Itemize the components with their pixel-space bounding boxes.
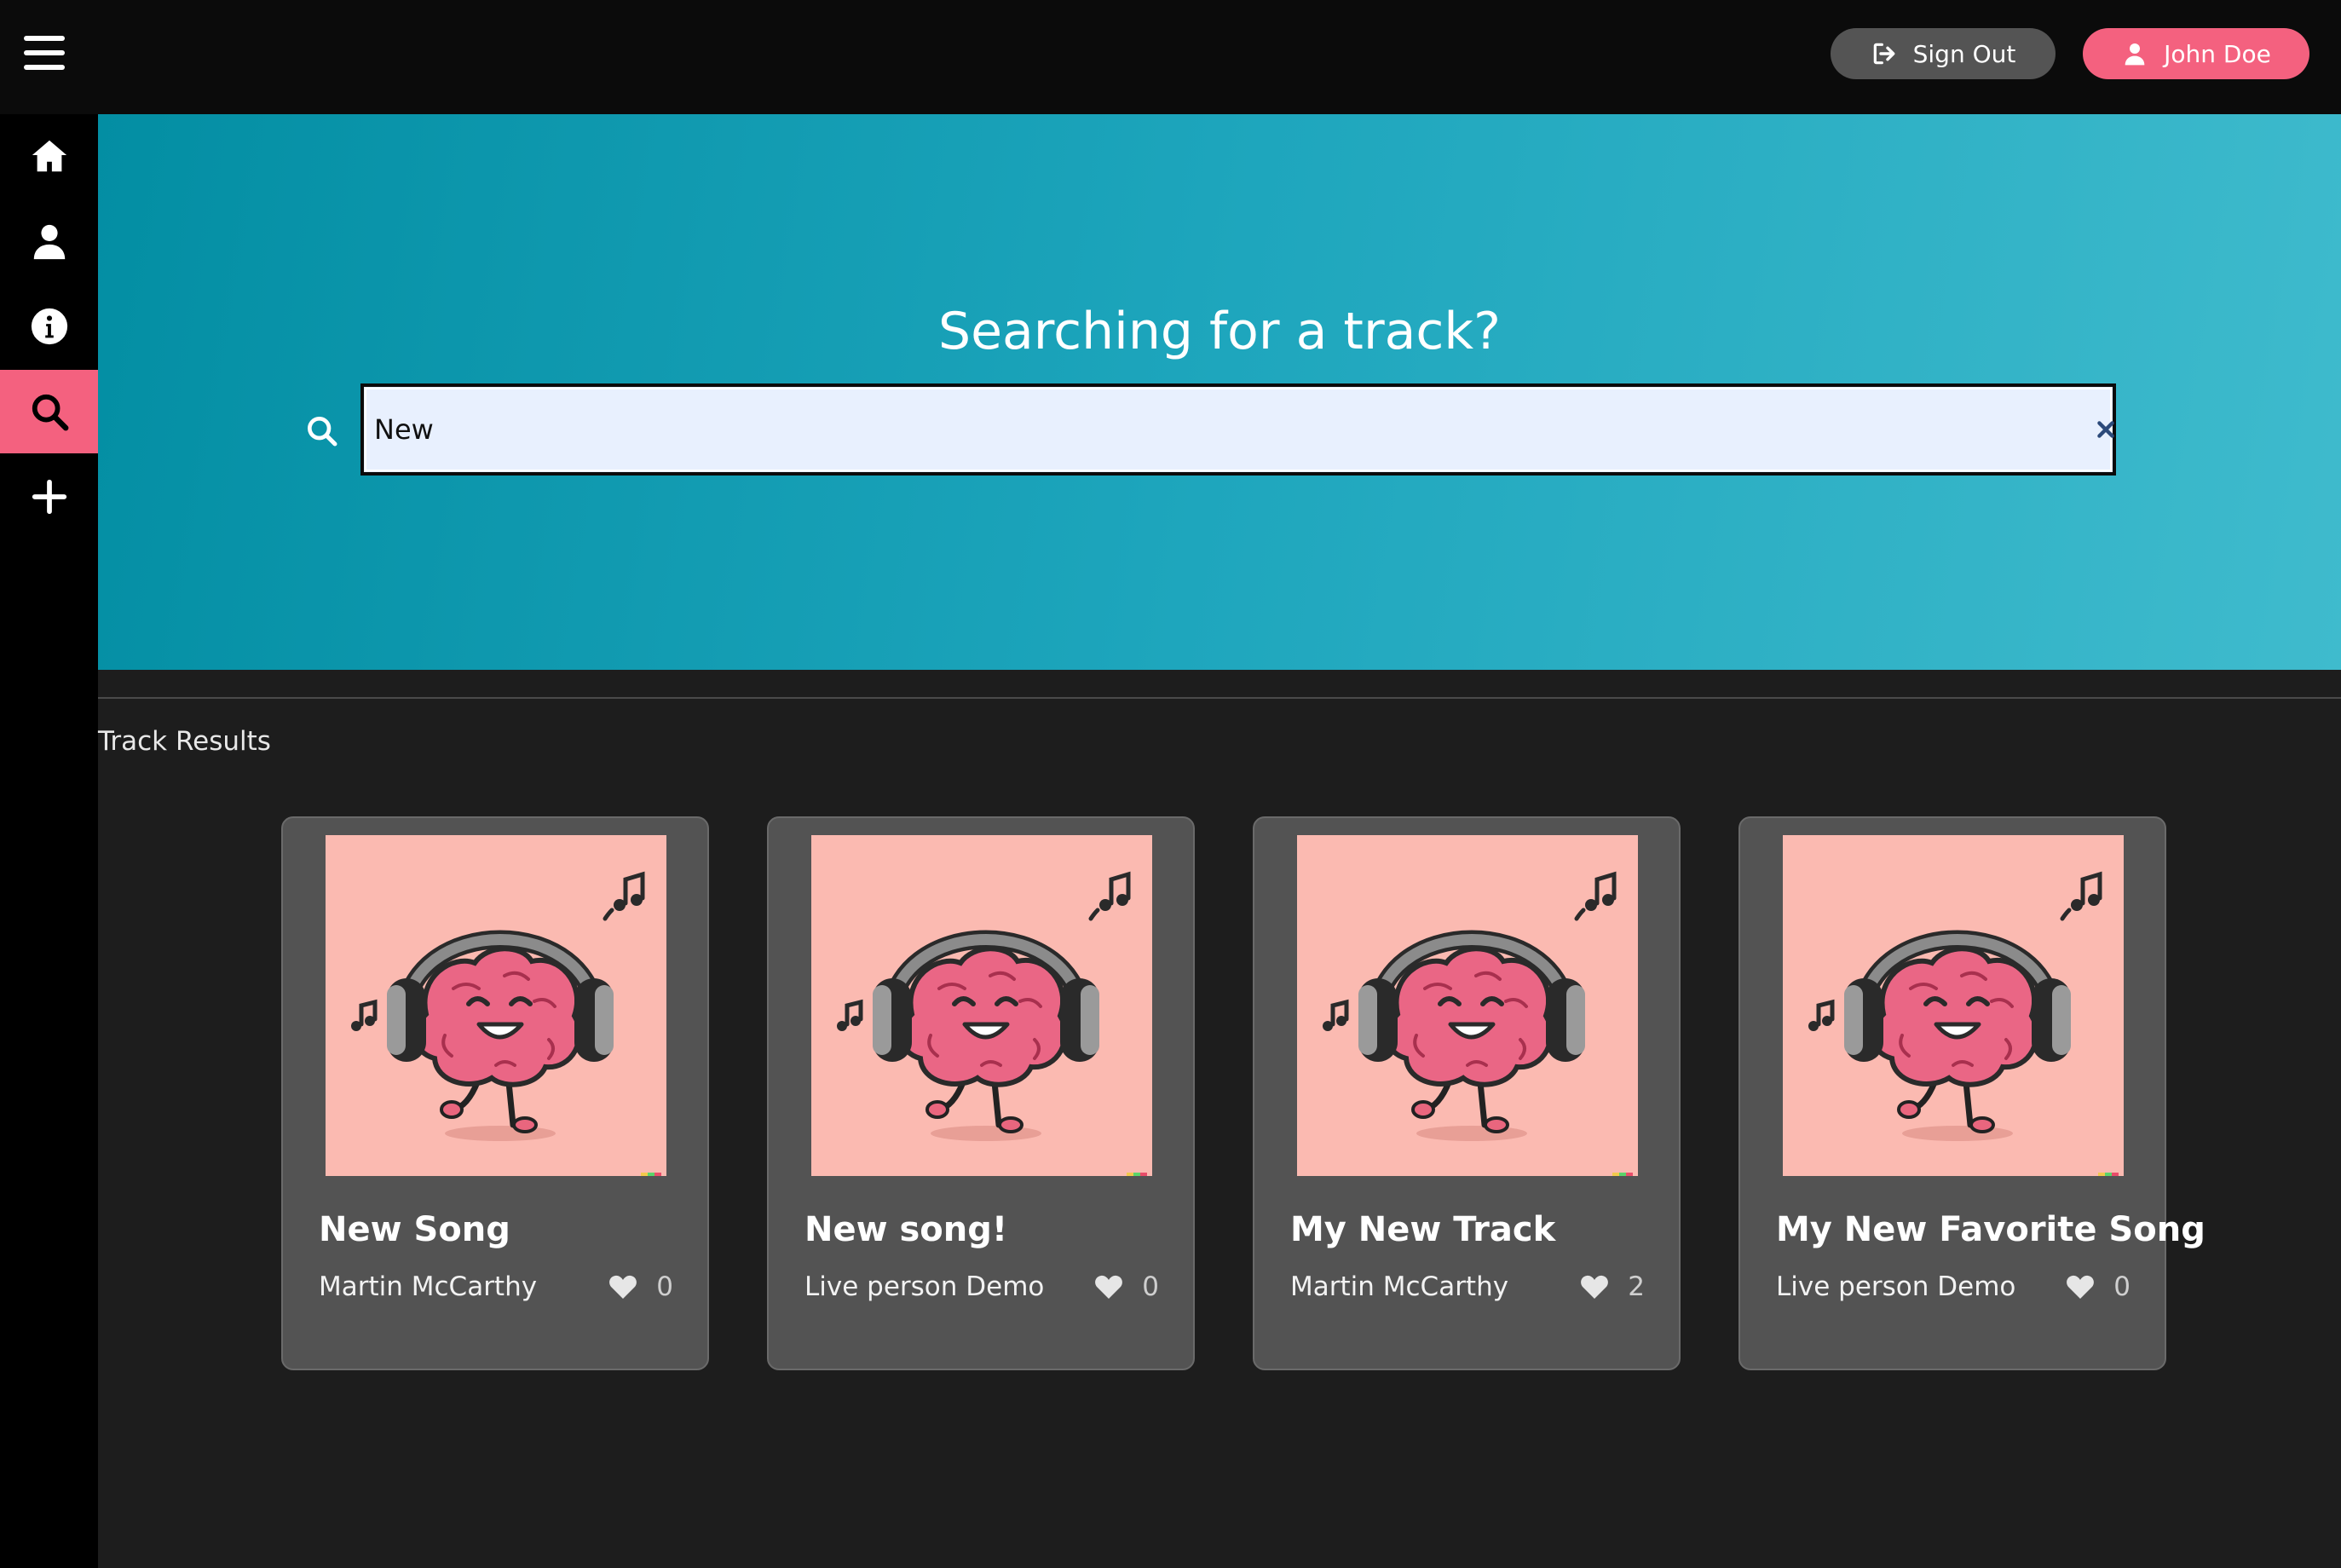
home-icon [32, 140, 66, 172]
sidebar-item-profile[interactable] [0, 199, 98, 283]
track-title: My New Favorite Song [1776, 1210, 2205, 1249]
sidebar-item-home[interactable] [0, 114, 98, 198]
user-icon [2125, 43, 2145, 66]
sign-out-button[interactable]: Sign Out [1831, 28, 2056, 79]
track-card[interactable]: My New Favorite Song Live person Demo 0 [1738, 816, 2205, 1370]
track-artist: Martin McCarthy [1290, 1271, 1509, 1302]
track-artist: Martin McCarthy [319, 1271, 538, 1302]
track-artist: Live person Demo [804, 1271, 1045, 1302]
sidebar [0, 114, 98, 1568]
like-count: 2 [1628, 1271, 1645, 1302]
track-results-label: Track Results [98, 726, 271, 757]
user-profile-button[interactable]: John Doe [2083, 28, 2309, 79]
user-icon [33, 224, 65, 260]
sign-out-label: Sign Out [1912, 39, 2016, 68]
sidebar-item-info[interactable] [0, 285, 98, 368]
track-artwork [1297, 835, 1638, 1176]
top-bar: Sign Out John Doe [0, 0, 2341, 114]
like-count: 0 [2113, 1271, 2131, 1302]
track-artist: Live person Demo [1776, 1271, 2016, 1302]
hamburger-menu-icon[interactable] [24, 36, 65, 70]
search-hero: Searching for a track? [98, 114, 2341, 670]
track-card[interactable]: My New Track Martin McCarthy 2 [1253, 816, 1681, 1370]
heart-icon[interactable] [1580, 1274, 1609, 1300]
track-card[interactable]: New song! Live person Demo 0 [767, 816, 1195, 1370]
like-count: 0 [656, 1271, 673, 1302]
like-control[interactable]: 0 [608, 1271, 673, 1302]
sidebar-item-add[interactable] [0, 455, 98, 539]
like-control[interactable]: 2 [1580, 1271, 1645, 1302]
heart-icon[interactable] [1094, 1274, 1123, 1300]
search-icon [32, 394, 68, 431]
heart-icon[interactable] [2066, 1274, 2095, 1300]
info-icon [31, 308, 67, 345]
track-title: New Song [319, 1210, 510, 1249]
plus-icon [32, 479, 66, 515]
like-control[interactable]: 0 [2066, 1271, 2131, 1302]
track-artwork [1783, 835, 2124, 1176]
track-title: My New Track [1290, 1210, 1556, 1249]
track-card[interactable]: New Song Martin McCarthy 0 [281, 816, 709, 1370]
search-heading: Searching for a track? [938, 302, 1501, 361]
search-input[interactable] [360, 383, 2116, 476]
sidebar-item-search[interactable] [0, 370, 98, 453]
like-count: 0 [1142, 1271, 1159, 1302]
sign-out-icon [1873, 43, 1895, 65]
track-title: New song! [804, 1210, 1008, 1249]
like-control[interactable]: 0 [1094, 1271, 1159, 1302]
heart-icon[interactable] [608, 1274, 637, 1300]
clear-search-button[interactable] [2089, 412, 2123, 447]
track-artwork [811, 835, 1152, 1176]
close-icon [2097, 421, 2114, 438]
search-icon [307, 416, 337, 447]
divider [98, 697, 2341, 699]
user-name-label: John Doe [2164, 39, 2271, 68]
track-artwork [326, 835, 666, 1176]
